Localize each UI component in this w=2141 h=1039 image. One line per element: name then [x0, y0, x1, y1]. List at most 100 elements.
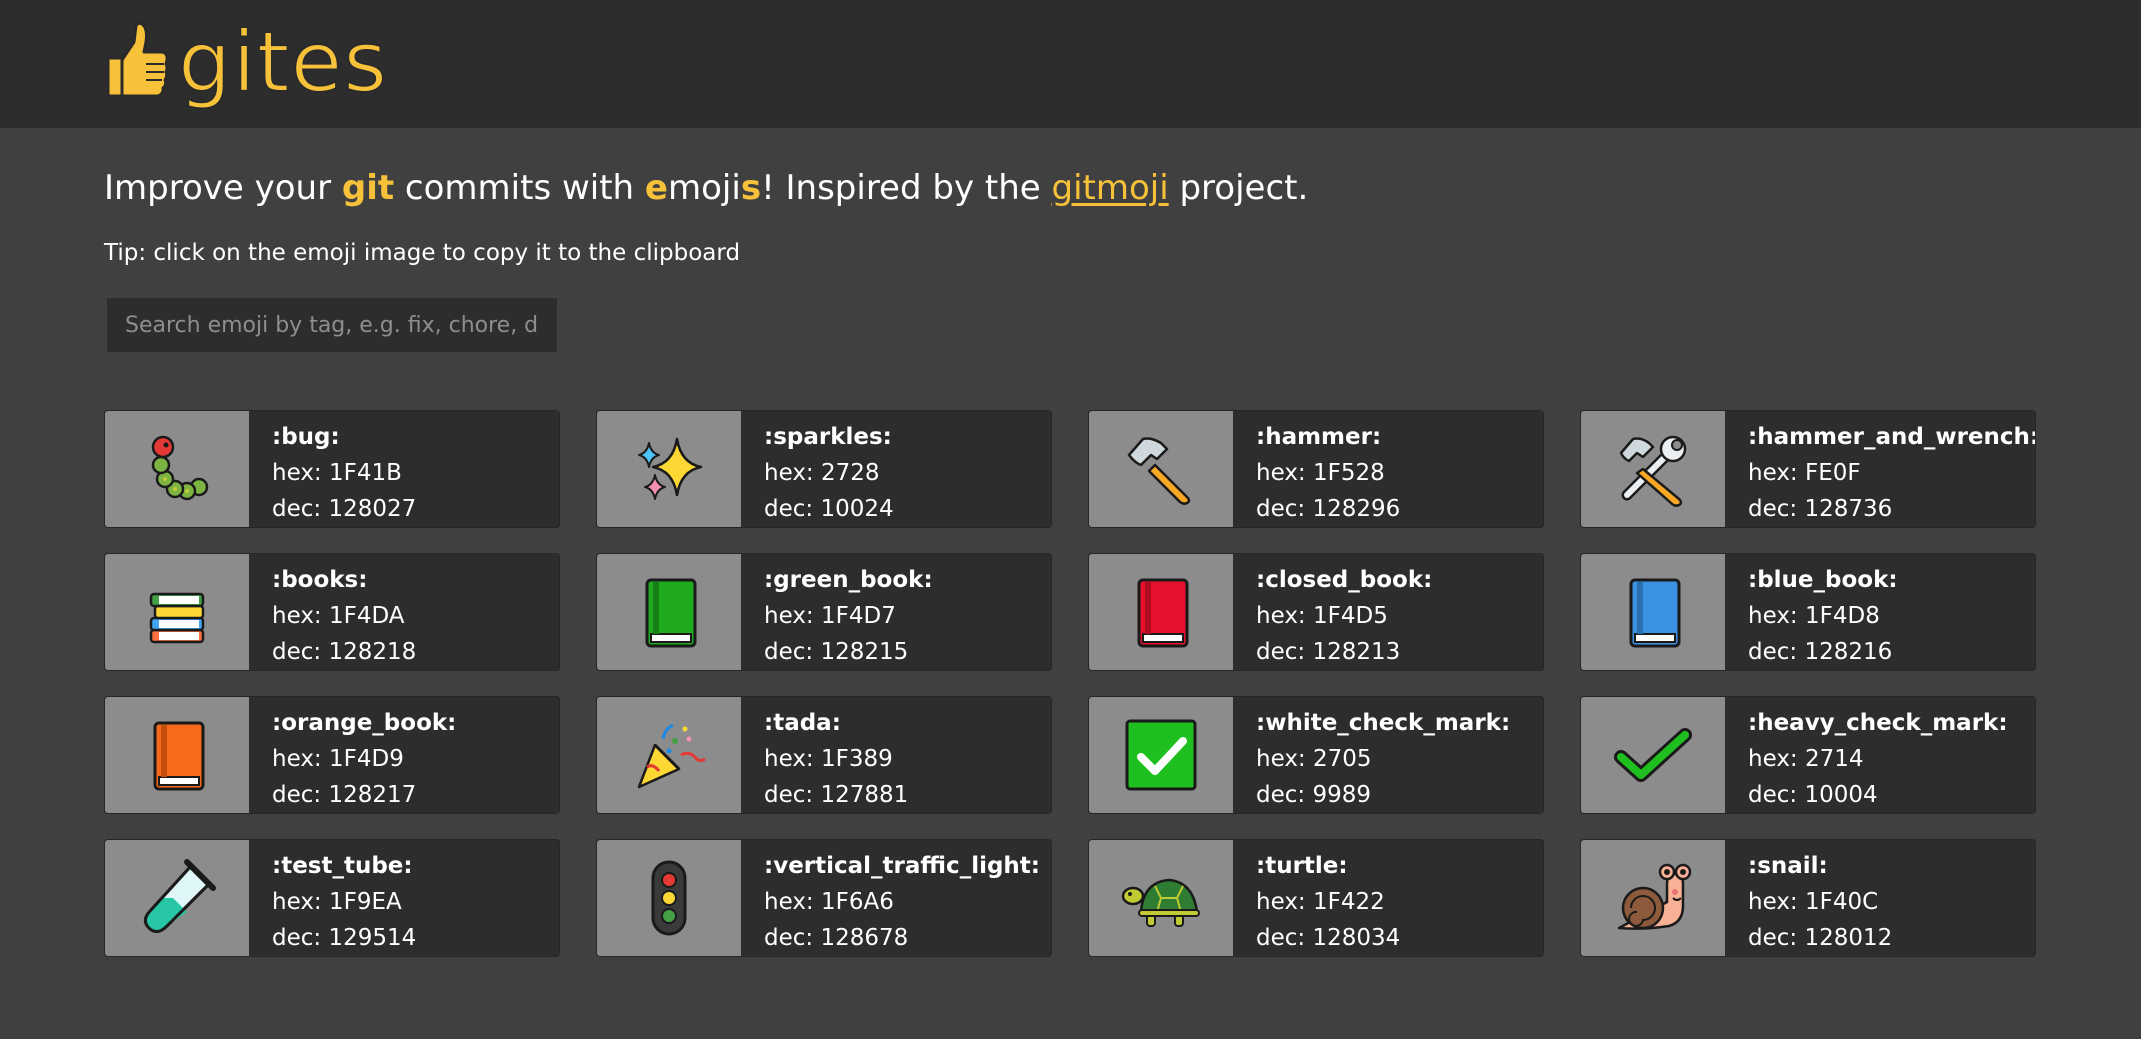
green-book-icon [645, 578, 697, 648]
emoji-hex: hex: 1F9EA [272, 889, 402, 915]
emoji-code: :heavy_check_mark: [1748, 710, 2008, 736]
tip-text: Tip: click on the emoji image to copy it… [104, 240, 741, 266]
hammer-icon [1127, 437, 1191, 505]
emoji-card: :test_tube: hex: 1F9EA dec: 129514 [104, 839, 560, 957]
emoji-hex: hex: 1F4D8 [1748, 603, 1880, 629]
emoji-info: :tada: hex: 1F389 dec: 127881 [741, 697, 908, 813]
emoji-info: :closed_book: hex: 1F4D5 dec: 128213 [1233, 554, 1432, 670]
emoji-info: :test_tube: hex: 1F9EA dec: 129514 [249, 840, 416, 956]
emoji-dec: dec: 10004 [1748, 782, 1878, 808]
emoji-image-button[interactable] [105, 554, 249, 670]
search-input[interactable] [107, 298, 557, 352]
emoji-image-button[interactable] [597, 411, 741, 527]
tagline-text: Improve your [104, 168, 342, 208]
emoji-image-button[interactable] [1581, 554, 1725, 670]
emoji-dec: dec: 128012 [1748, 925, 1893, 951]
tada-icon [637, 723, 706, 789]
emoji-info: :heavy_check_mark: hex: 2714 dec: 10004 [1725, 697, 2008, 813]
bug-icon [151, 435, 209, 501]
emoji-image-button[interactable] [597, 697, 741, 813]
emoji-image-button[interactable] [1089, 554, 1233, 670]
tagline-text: ! Inspired by the [761, 168, 1052, 208]
emoji-info: :books: hex: 1F4DA dec: 128218 [249, 554, 416, 670]
emoji-card: :green_book: hex: 1F4D7 dec: 128215 [596, 553, 1052, 671]
emoji-info: :orange_book: hex: 1F4D9 dec: 128217 [249, 697, 456, 813]
emoji-hex: hex: FE0F [1748, 460, 1861, 486]
gitmoji-link[interactable]: gitmoji [1051, 168, 1168, 208]
emoji-info: :turtle: hex: 1F422 dec: 128034 [1233, 840, 1400, 956]
emoji-image-button[interactable] [1581, 411, 1725, 527]
emoji-dec: dec: 129514 [272, 925, 417, 951]
emoji-info: :sparkles: hex: 2728 dec: 10024 [741, 411, 894, 527]
emoji-image-button[interactable] [1581, 697, 1725, 813]
emoji-image-button[interactable] [105, 840, 249, 956]
tagline: Improve your git commits with emojis! In… [104, 166, 2141, 210]
emoji-hex: hex: 1F41B [272, 460, 402, 486]
emoji-image-button[interactable] [1089, 411, 1233, 527]
emoji-code: :test_tube: [272, 853, 413, 879]
tagline-s-highlight: s [740, 168, 762, 208]
emoji-hex: hex: 1F4D5 [1256, 603, 1388, 629]
emoji-card: :hammer: hex: 1F528 dec: 128296 [1088, 410, 1544, 528]
emoji-image-button[interactable] [1089, 840, 1233, 956]
emoji-dec: dec: 10024 [764, 496, 894, 522]
emoji-dec: dec: 128296 [1256, 496, 1401, 522]
books-icon [149, 592, 205, 644]
emoji-info: :vertical_traffic_light: hex: 1F6A6 dec:… [741, 840, 1040, 956]
emoji-hex: hex: 1F4D9 [272, 746, 404, 772]
emoji-hex: hex: 1F40C [1748, 889, 1879, 915]
emoji-dec: dec: 128678 [764, 925, 909, 951]
emoji-image-button[interactable] [1581, 840, 1725, 956]
traffic-light-icon [651, 860, 687, 936]
emoji-card: :hammer_and_wrench: hex: FE0F dec: 12873… [1580, 410, 2036, 528]
emoji-code: :orange_book: [272, 710, 457, 736]
tagline-text: commits with [394, 168, 645, 208]
emoji-dec: dec: 128218 [272, 639, 417, 665]
emoji-card: :turtle: hex: 1F422 dec: 128034 [1088, 839, 1544, 957]
emoji-card: :orange_book: hex: 1F4D9 dec: 128217 [104, 696, 560, 814]
emoji-code: :tada: [764, 710, 841, 736]
emoji-dec: dec: 128213 [1256, 639, 1401, 665]
emoji-dec: dec: 128034 [1256, 925, 1401, 951]
emoji-card: :snail: hex: 1F40C dec: 128012 [1580, 839, 2036, 957]
blue-book-icon [1629, 578, 1681, 648]
logo[interactable]: gites [104, 12, 388, 112]
emoji-card: :white_check_mark: hex: 2705 dec: 9989 [1088, 696, 1544, 814]
emoji-hex: hex: 2728 [764, 460, 880, 486]
emoji-code: :snail: [1748, 853, 1828, 879]
emoji-card: :heavy_check_mark: hex: 2714 dec: 10004 [1580, 696, 2036, 814]
emoji-card: :tada: hex: 1F389 dec: 127881 [596, 696, 1052, 814]
logo-text: gites [177, 12, 389, 112]
tagline-text: project. [1168, 168, 1309, 208]
emoji-info: :hammer: hex: 1F528 dec: 128296 [1233, 411, 1400, 527]
emoji-image-button[interactable] [1089, 697, 1233, 813]
emoji-image-button[interactable] [105, 411, 249, 527]
emoji-code: :hammer_and_wrench: [1748, 424, 2036, 450]
emoji-card: :books: hex: 1F4DA dec: 128218 [104, 553, 560, 671]
emoji-hex: hex: 1F4D7 [764, 603, 896, 629]
header: gites [0, 0, 2141, 128]
emoji-code: :vertical_traffic_light: [764, 853, 1040, 879]
emoji-info: :blue_book: hex: 1F4D8 dec: 128216 [1725, 554, 1898, 670]
test-tube-icon [144, 859, 216, 933]
main-content: Improve your git commits with emojis! In… [104, 128, 2141, 957]
emoji-code: :hammer: [1256, 424, 1382, 450]
tagline-text: moji [667, 168, 741, 208]
emoji-code: :sparkles: [764, 424, 892, 450]
emoji-image-button[interactable] [597, 554, 741, 670]
emoji-code: :bug: [272, 424, 340, 450]
emoji-image-button[interactable] [105, 697, 249, 813]
emoji-info: :white_check_mark: hex: 2705 dec: 9989 [1233, 697, 1510, 813]
emoji-dec: dec: 128217 [272, 782, 417, 808]
emoji-info: :green_book: hex: 1F4D7 dec: 128215 [741, 554, 933, 670]
emoji-dec: dec: 9989 [1256, 782, 1371, 808]
emoji-dec: dec: 128215 [764, 639, 909, 665]
tagline-git-highlight: git [341, 168, 395, 208]
emoji-hex: hex: 2705 [1256, 746, 1372, 772]
tagline-e-highlight: e [644, 168, 668, 208]
sparkles-icon [638, 437, 703, 500]
emoji-card: :closed_book: hex: 1F4D5 dec: 128213 [1088, 553, 1544, 671]
emoji-hex: hex: 1F389 [764, 746, 893, 772]
emoji-image-button[interactable] [597, 840, 741, 956]
emoji-info: :hammer_and_wrench: hex: FE0F dec: 12873… [1725, 411, 2036, 527]
